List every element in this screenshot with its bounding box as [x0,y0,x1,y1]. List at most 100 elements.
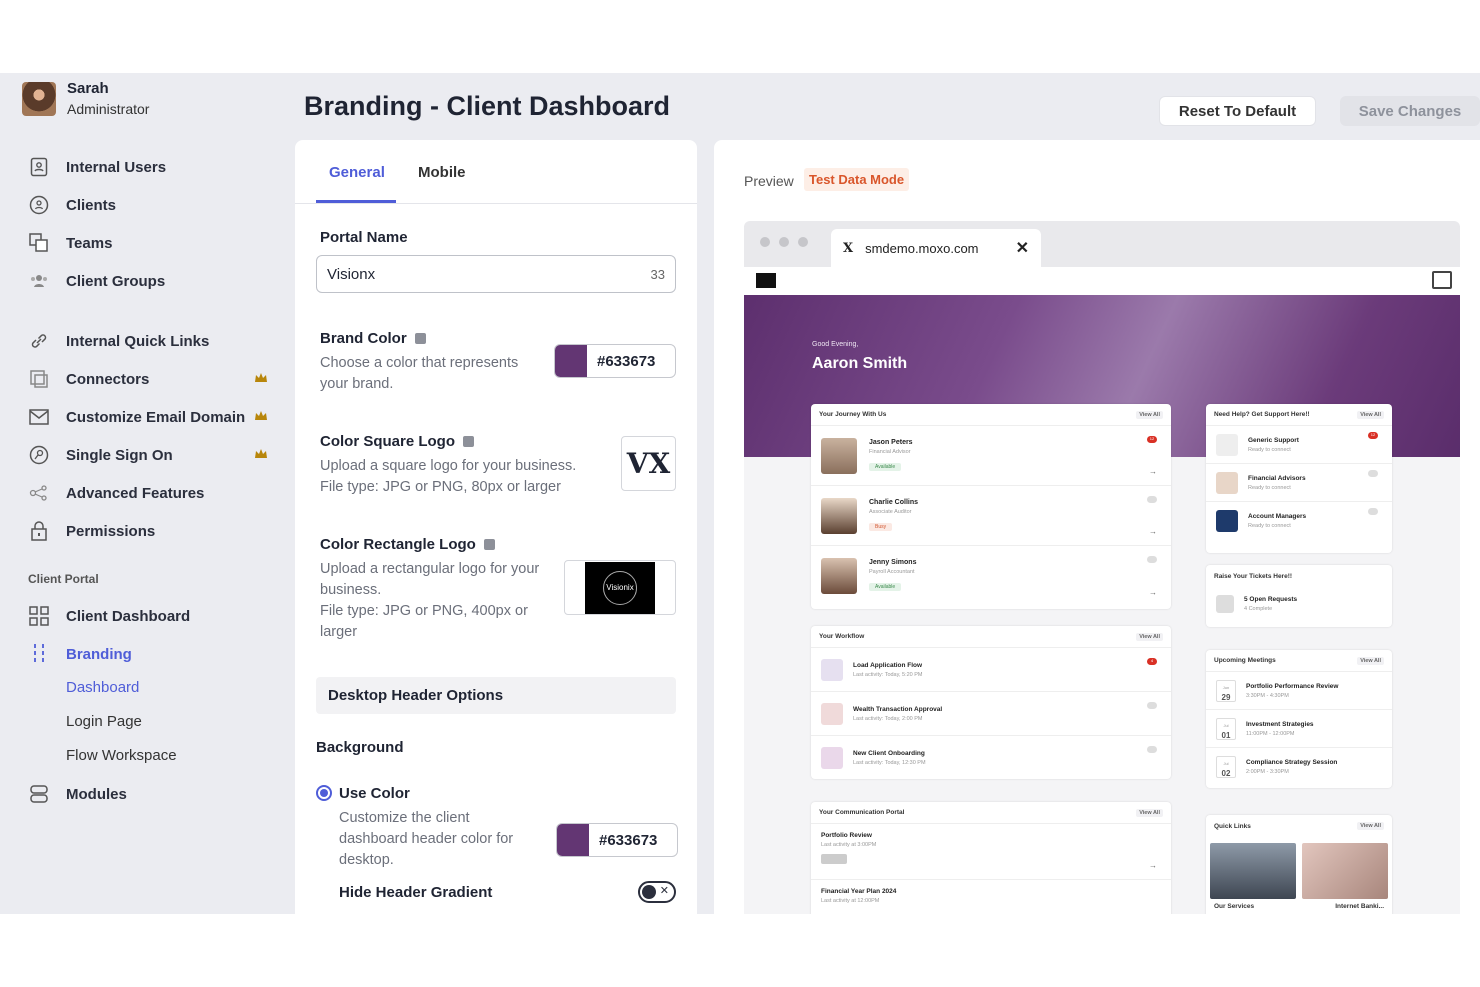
list-item: Financial Advisors Ready to connect [1206,464,1392,502]
page-title: Branding - Client Dashboard [304,91,671,121]
portal-name-input[interactable]: Visionx 33 [316,255,676,293]
info-icon[interactable] [483,539,495,550]
sidebar-item-advanced-features[interactable]: Advanced Features [28,481,278,505]
tickets-card: Raise Your Tickets Here!! 5 Open Request… [1206,565,1392,627]
site-logo [756,273,776,288]
modules-icon [28,783,50,805]
view-all-link[interactable]: View All [1357,822,1384,830]
reset-to-default-button[interactable]: Reset To Default [1159,96,1316,126]
greeting: Good Evening, [812,341,859,348]
list-item: Charlie Collins Associate Auditor Busy → [811,486,1171,546]
view-all-link[interactable]: View All [1136,411,1163,419]
brand-color-label: Brand Color [320,330,426,347]
client-circle-icon [28,194,50,216]
sidebar-item-clients[interactable]: Clients [28,193,278,217]
sidebar-item-label: Client Dashboard [66,607,191,625]
square-logo-image: VX [626,447,671,480]
user-badge-icon [28,156,50,178]
sidebar: Sarah Administrator Internal Users Clien… [0,73,290,914]
hide-gradient-toggle[interactable]: ✕ [638,881,676,903]
rect-logo-desc: Upload a rectangular logo for your busin… [320,561,540,640]
sidebar-item-label: Permissions [66,522,156,540]
square-logo-label: Color Square Logo [320,433,474,450]
portal-name-value: Visionx [327,265,376,283]
user-profile[interactable]: Sarah Administrator [22,79,149,119]
sidebar-item-internal-users[interactable]: Internal Users [28,155,278,179]
header-color-picker[interactable]: #633673 [556,823,678,857]
list-item: Jun 29 Portfolio Performance Review 3:30PM … [1206,672,1392,710]
sidebar-item-modules[interactable]: Modules [28,782,278,806]
rect-logo-upload[interactable]: Visionix [564,560,676,615]
communication-card: Your Communication Portal View All Portfo… [811,802,1171,914]
tab-mobile[interactable]: Mobile [418,164,466,181]
quick-links-card: Quick Links View All Our Services Internet… [1206,815,1392,914]
sidebar-item-label: Connectors [66,370,150,388]
square-logo-desc: Upload a square logo for your business. F… [320,458,577,495]
info-icon[interactable] [463,436,474,447]
user-name: Sarah [67,80,109,97]
crown-icon [255,411,267,420]
background-label: Background [316,739,404,756]
view-all-link[interactable]: View All [1357,411,1384,419]
brand-color-desc: Choose a color that represents your bran… [320,355,519,392]
avatar [22,82,56,116]
sidebar-item-branding[interactable]: Branding [28,642,278,666]
sidebar-item-label: Advanced Features [66,484,205,502]
color-swatch [555,345,587,377]
list-item: Jenny Simons Payroll Accountant Available … [811,546,1171,606]
support-card: Need Help? Get Support Here!! View All Ge… [1206,404,1392,553]
lock-icon [28,520,50,542]
list-item: Jul 02 Compliance Strategy Session 2:00PM -… [1206,748,1392,786]
header-color-hex: #633673 [599,831,658,849]
quick-link-image[interactable] [1210,843,1296,899]
portal-name-label: Portal Name [320,229,408,246]
sidebar-subitem-flow-workspace[interactable]: Flow Workspace [66,747,177,764]
avatar [821,558,857,594]
list-item: Jason Peters Financial Advisor Available 1… [811,426,1171,486]
sidebar-item-client-dashboard[interactable]: Client Dashboard [28,604,278,628]
sidebar-item-label: Branding [66,645,132,663]
tab-general[interactable]: General [329,164,385,181]
sidebar-item-label: Internal Quick Links [66,332,210,350]
rect-logo-label: Color Rectangle Logo [320,536,495,553]
square-logo-upload[interactable]: VX [621,436,676,491]
sidebar-item-customize-email-domain[interactable]: Customize Email Domain [28,405,278,429]
desktop-header-options: Desktop Header Options [316,677,676,714]
save-changes-button[interactable]: Save Changes [1340,96,1480,126]
char-count: 33 [650,266,665,282]
settings-tabs: General Mobile [295,140,697,204]
browser-mockup: X smdemo.moxo.com ✕ Good Evening, Aaron … [744,221,1460,914]
workflow-card: Your Workflow View All Load Application F… [811,626,1171,779]
quick-link-image[interactable] [1302,843,1388,899]
view-all-link[interactable]: View All [1357,657,1384,665]
app-window: Sarah Administrator Internal Users Clien… [0,73,1480,914]
brand-color-picker[interactable]: #633673 [554,344,676,378]
dashboard-grid-icon [28,605,50,627]
sidebar-item-permissions[interactable]: Permissions [28,519,278,543]
sidebar-item-internal-quick-links[interactable]: Internal Quick Links [28,329,278,353]
browser-tab: X smdemo.moxo.com ✕ [831,229,1041,267]
sidebar-subitem-dashboard[interactable]: Dashboard [66,679,139,696]
sidebar-subitem-login-page[interactable]: Login Page [66,713,142,730]
use-color-radio[interactable] [316,785,332,801]
sidebar-item-label: Customize Email Domain [66,408,246,426]
use-color-desc: Customize the client dashboard header co… [339,810,514,868]
info-icon[interactable] [414,333,426,344]
sidebar-item-label: Single Sign On [66,446,173,464]
journey-card: Your Journey With Us View All Jason Peter… [811,404,1171,609]
sidebar-item-client-groups[interactable]: Client Groups [28,269,278,293]
rect-logo-image: Visionix [585,561,655,614]
settings-panel: General Mobile Portal Name Visionx 33 Br… [295,140,697,914]
client-name: Aaron Smith [812,355,908,372]
sidebar-item-label: Internal Users [66,158,167,176]
preview-label: Preview [744,173,794,189]
mail-icon [28,406,50,428]
view-all-link[interactable]: View All [1136,809,1163,817]
use-color-label: Use Color [339,785,410,802]
sidebar-item-connectors[interactable]: Connectors [28,367,278,391]
group-icon [28,270,50,292]
view-all-link[interactable]: View All [1136,633,1163,641]
connector-icon [28,368,50,390]
sidebar-item-teams[interactable]: Teams [28,231,278,255]
sidebar-item-single-sign-on[interactable]: Single Sign On [28,443,278,467]
